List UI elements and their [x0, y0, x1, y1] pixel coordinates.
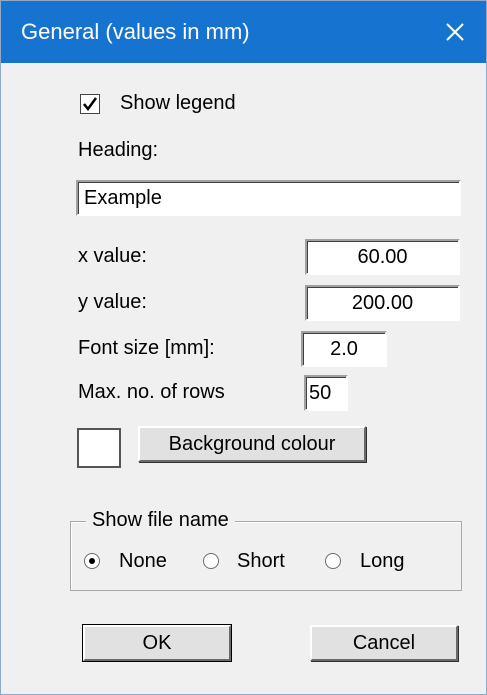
- title-bar: General (values in mm): [1, 1, 486, 63]
- radio-selected-dot: [89, 558, 95, 564]
- x-value-field[interactable]: [305, 239, 460, 275]
- radio-long[interactable]: [325, 553, 341, 569]
- show-legend-checkbox[interactable]: [80, 94, 100, 114]
- heading-field[interactable]: [76, 180, 461, 216]
- dialog-title: General (values in mm): [21, 19, 250, 44]
- dialog-body: Show legend Heading: x value: y value: F…: [8, 63, 479, 687]
- y-value-field[interactable]: [305, 285, 460, 321]
- close-icon: [446, 23, 464, 41]
- heading-label: Heading:: [78, 139, 159, 161]
- radio-none[interactable]: [84, 553, 100, 569]
- font-size-label: Font size [mm]:: [78, 337, 215, 359]
- cancel-button[interactable]: Cancel: [310, 625, 458, 661]
- max-rows-input[interactable]: [306, 377, 346, 409]
- max-rows-label: Max. no. of rows: [78, 381, 225, 403]
- ok-button[interactable]: OK: [82, 624, 232, 662]
- x-value-input[interactable]: [307, 241, 458, 273]
- background-colour-button[interactable]: Background colour: [138, 426, 366, 462]
- font-size-field[interactable]: [301, 331, 387, 367]
- y-value-input[interactable]: [307, 287, 458, 319]
- font-size-input[interactable]: [303, 333, 385, 365]
- y-value-label: y value:: [78, 291, 147, 313]
- radio-short[interactable]: [203, 553, 219, 569]
- radio-short-label: Short: [237, 550, 285, 572]
- heading-input[interactable]: [78, 182, 459, 214]
- max-rows-field[interactable]: [304, 375, 348, 411]
- show-legend-label: Show legend: [120, 92, 236, 114]
- show-file-name-caption: Show file name: [86, 509, 235, 532]
- radio-none-label: None: [119, 550, 167, 572]
- close-button[interactable]: [424, 1, 486, 63]
- background-color-swatch[interactable]: [77, 428, 121, 468]
- x-value-label: x value:: [78, 245, 147, 267]
- radio-long-label: Long: [360, 550, 405, 572]
- checkmark-icon: [83, 97, 98, 112]
- dialog-window: General (values in mm) Show legend Headi…: [0, 0, 487, 695]
